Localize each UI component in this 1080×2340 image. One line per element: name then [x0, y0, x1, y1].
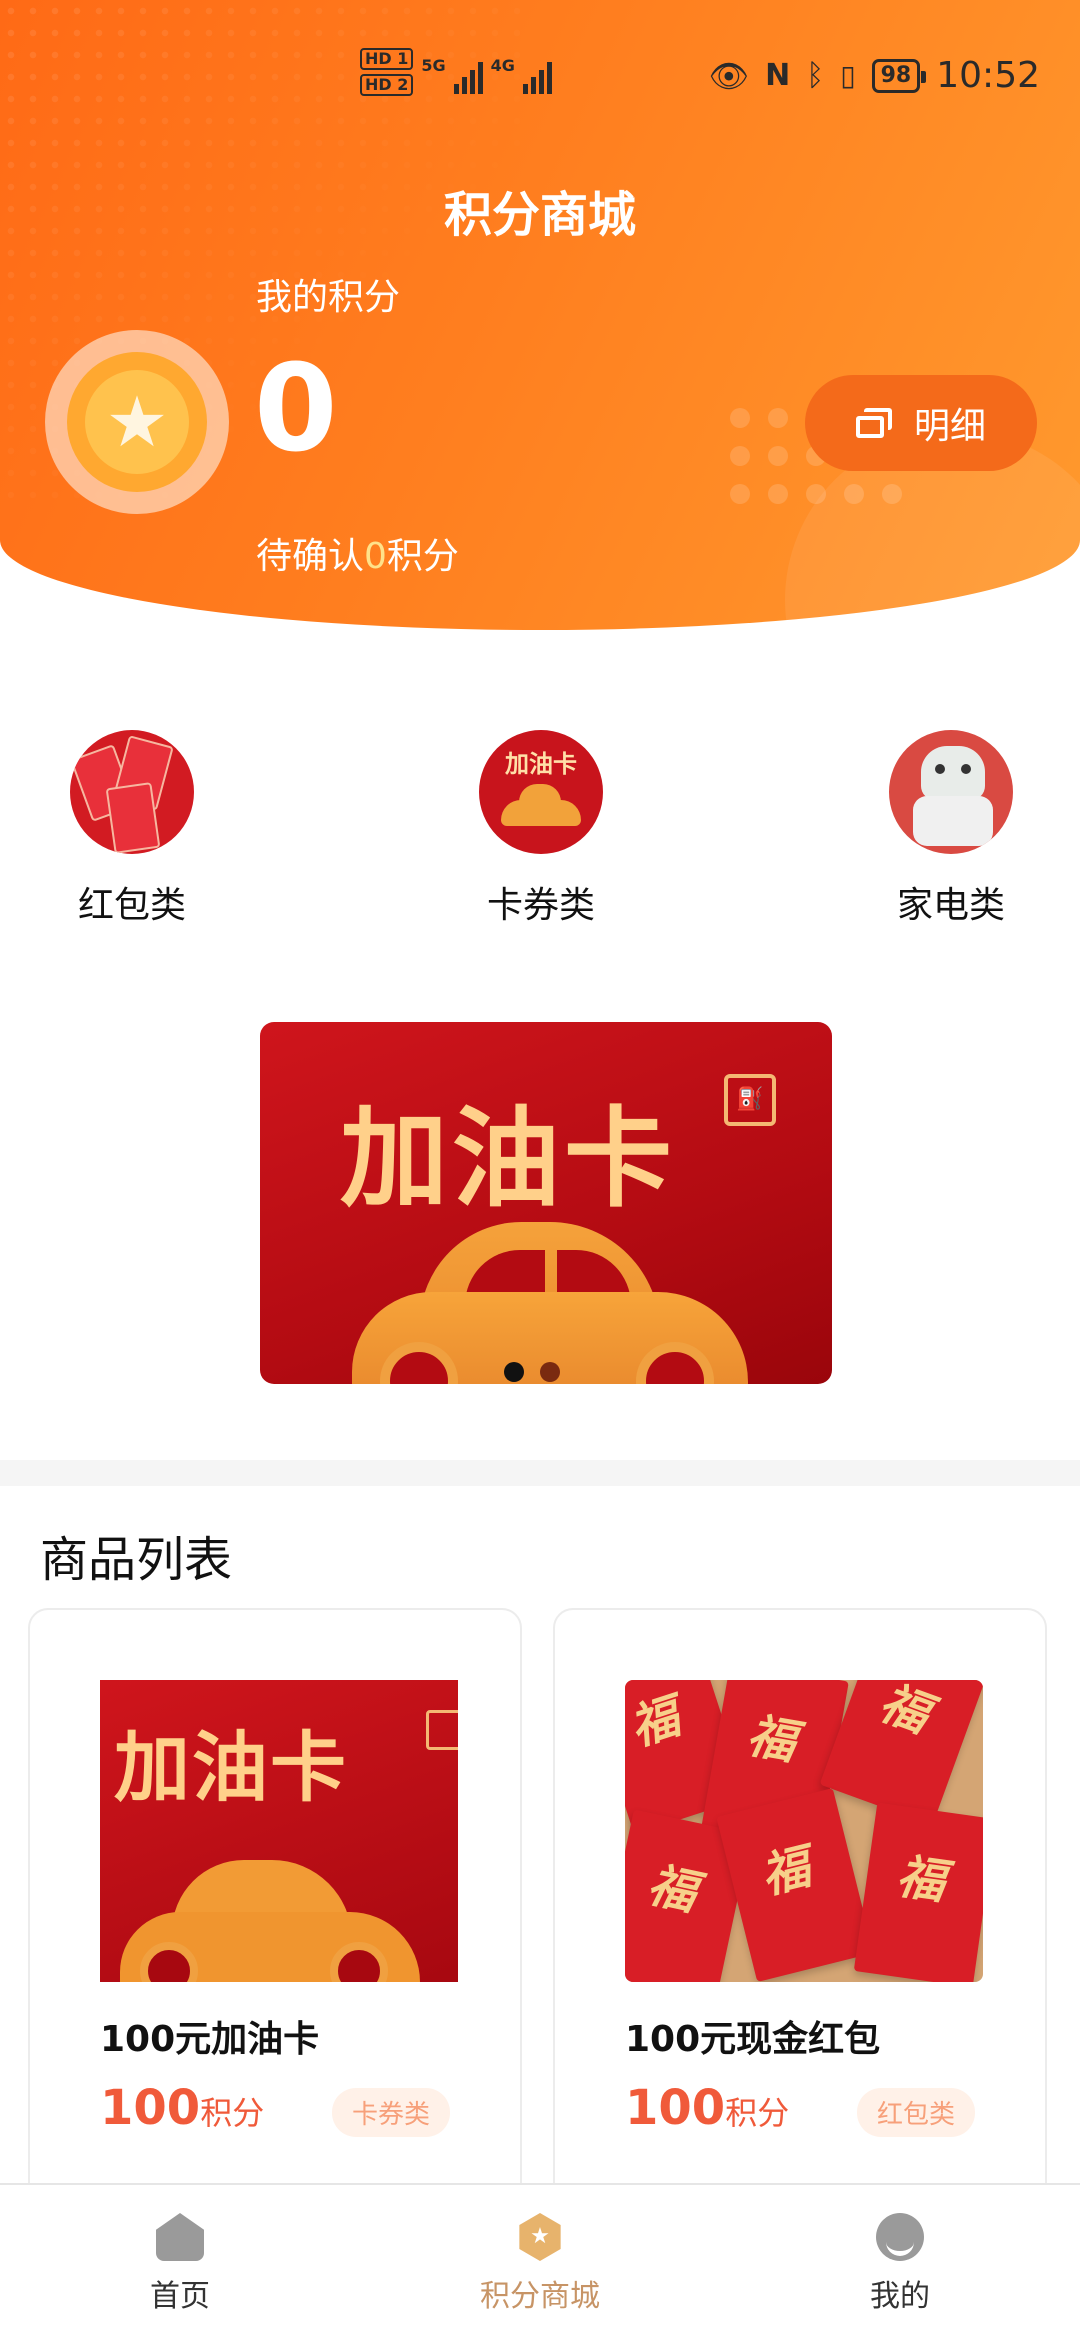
section-divider: [0, 1460, 1080, 1486]
vibrate-icon: ▯: [840, 58, 856, 92]
points-value: 0: [254, 340, 338, 479]
product-price: 100积分: [100, 2080, 264, 2136]
price-unit: 积分: [725, 2094, 790, 2132]
network-5g-label: 5G: [421, 56, 446, 75]
nav-label: 我的: [870, 2279, 930, 2314]
category-red-envelope[interactable]: 红包类: [32, 720, 232, 928]
bottom-navigation: 首页 ★ 积分商城 我的: [0, 2183, 1080, 2340]
nfc-icon: N: [765, 57, 791, 93]
network-4g-label: 4G: [490, 56, 515, 75]
fuel-card-thumb: 加油卡: [479, 730, 603, 854]
signal-group: HD 1 HD 2 5G 4G: [360, 48, 552, 96]
star-icon: ★: [105, 381, 169, 463]
banner-title: 加油卡: [340, 1097, 677, 1222]
pending-suffix: 积分: [386, 536, 459, 577]
product-name: 100元现金红包: [625, 2019, 881, 2060]
product-price: 100积分: [625, 2080, 789, 2136]
category-label: 家电类: [896, 885, 1005, 926]
price-unit: 积分: [200, 2094, 265, 2132]
nav-item-profile[interactable]: 我的: [750, 2185, 1050, 2315]
carousel-indicator[interactable]: [504, 1362, 560, 1382]
bluetooth-icon: ᛒ: [806, 57, 825, 93]
header-banner: HD 1 HD 2 5G 4G 👁 N ᛒ ▯ 98 10:52 积分商城 ★ …: [0, 0, 1080, 630]
home-icon: [156, 2213, 204, 2261]
status-icons: 👁 N ᛒ ▯ 98 10:52: [708, 55, 1040, 96]
pending-value: 0: [364, 536, 387, 577]
nav-item-home[interactable]: 首页: [30, 2185, 330, 2315]
signal-bars-icon: [522, 58, 552, 94]
clock: 10:52: [936, 55, 1040, 96]
detail-button-label: 明细: [913, 406, 986, 447]
my-points-label: 我的积分: [256, 277, 401, 318]
promo-banner[interactable]: 加油卡 ⛽: [260, 1022, 832, 1384]
page-title: 积分商城: [443, 187, 636, 243]
price-value: 100: [625, 2080, 726, 2136]
carousel-dot[interactable]: [540, 1362, 560, 1382]
hd2-indicator: HD 2: [360, 74, 414, 96]
carousel-dot-active[interactable]: [504, 1362, 524, 1382]
signal-bars-icon: [453, 58, 483, 94]
category-label: 卡券类: [486, 885, 595, 926]
points-coin-icon: ★: [45, 330, 229, 514]
points-mall-icon: ★: [519, 2213, 561, 2261]
fuel-card-thumb-text: 加油卡: [505, 750, 577, 778]
status-bar: HD 1 HD 2 5G 4G 👁 N ᛒ ▯ 98 10:52: [0, 0, 1080, 150]
red-envelope-thumb: [70, 730, 194, 854]
category-card-voucher[interactable]: 加油卡 卡券类: [441, 720, 641, 928]
eye-icon: 👁: [708, 56, 750, 95]
nav-label: 积分商城: [480, 2279, 600, 2314]
product-image: 福 福 福 福 福 福: [625, 1680, 983, 1982]
product-card[interactable]: 加油卡 100元加油卡 100积分 卡券类: [28, 1608, 522, 2228]
product-category-tag: 卡券类: [331, 2088, 450, 2137]
nav-item-points-mall[interactable]: ★ 积分商城: [390, 2185, 690, 2315]
product-category-tag: 红包类: [856, 2088, 975, 2137]
hd-indicators: HD 1 HD 2: [360, 48, 414, 96]
detail-button[interactable]: 明细: [805, 375, 1037, 471]
product-card[interactable]: 福 福 福 福 福 福 100元现金红包 100积分 红包类: [553, 1608, 1047, 2228]
product-name: 100元加油卡: [100, 2019, 320, 2060]
pending-prefix: 待确认: [256, 536, 365, 577]
price-value: 100: [100, 2080, 201, 2136]
category-appliance[interactable]: 家电类: [851, 720, 1051, 928]
category-label: 红包类: [77, 885, 186, 926]
profile-icon: [876, 2213, 924, 2261]
nav-label: 首页: [150, 2279, 210, 2314]
product-image-text: 加油卡: [114, 1723, 348, 1812]
fuel-pump-icon: ⛽: [724, 1074, 776, 1126]
battery-icon: 98: [871, 58, 926, 93]
records-icon: [855, 408, 892, 438]
category-row: 红包类 加油卡 卡券类 家电类: [0, 720, 1080, 940]
hd1-indicator: HD 1: [360, 48, 414, 70]
product-list-title: 商品列表: [40, 1532, 233, 1588]
product-image: 加油卡: [100, 1680, 458, 1982]
appliance-thumb: [889, 730, 1013, 854]
pending-points: 待确认0积分: [256, 527, 459, 579]
